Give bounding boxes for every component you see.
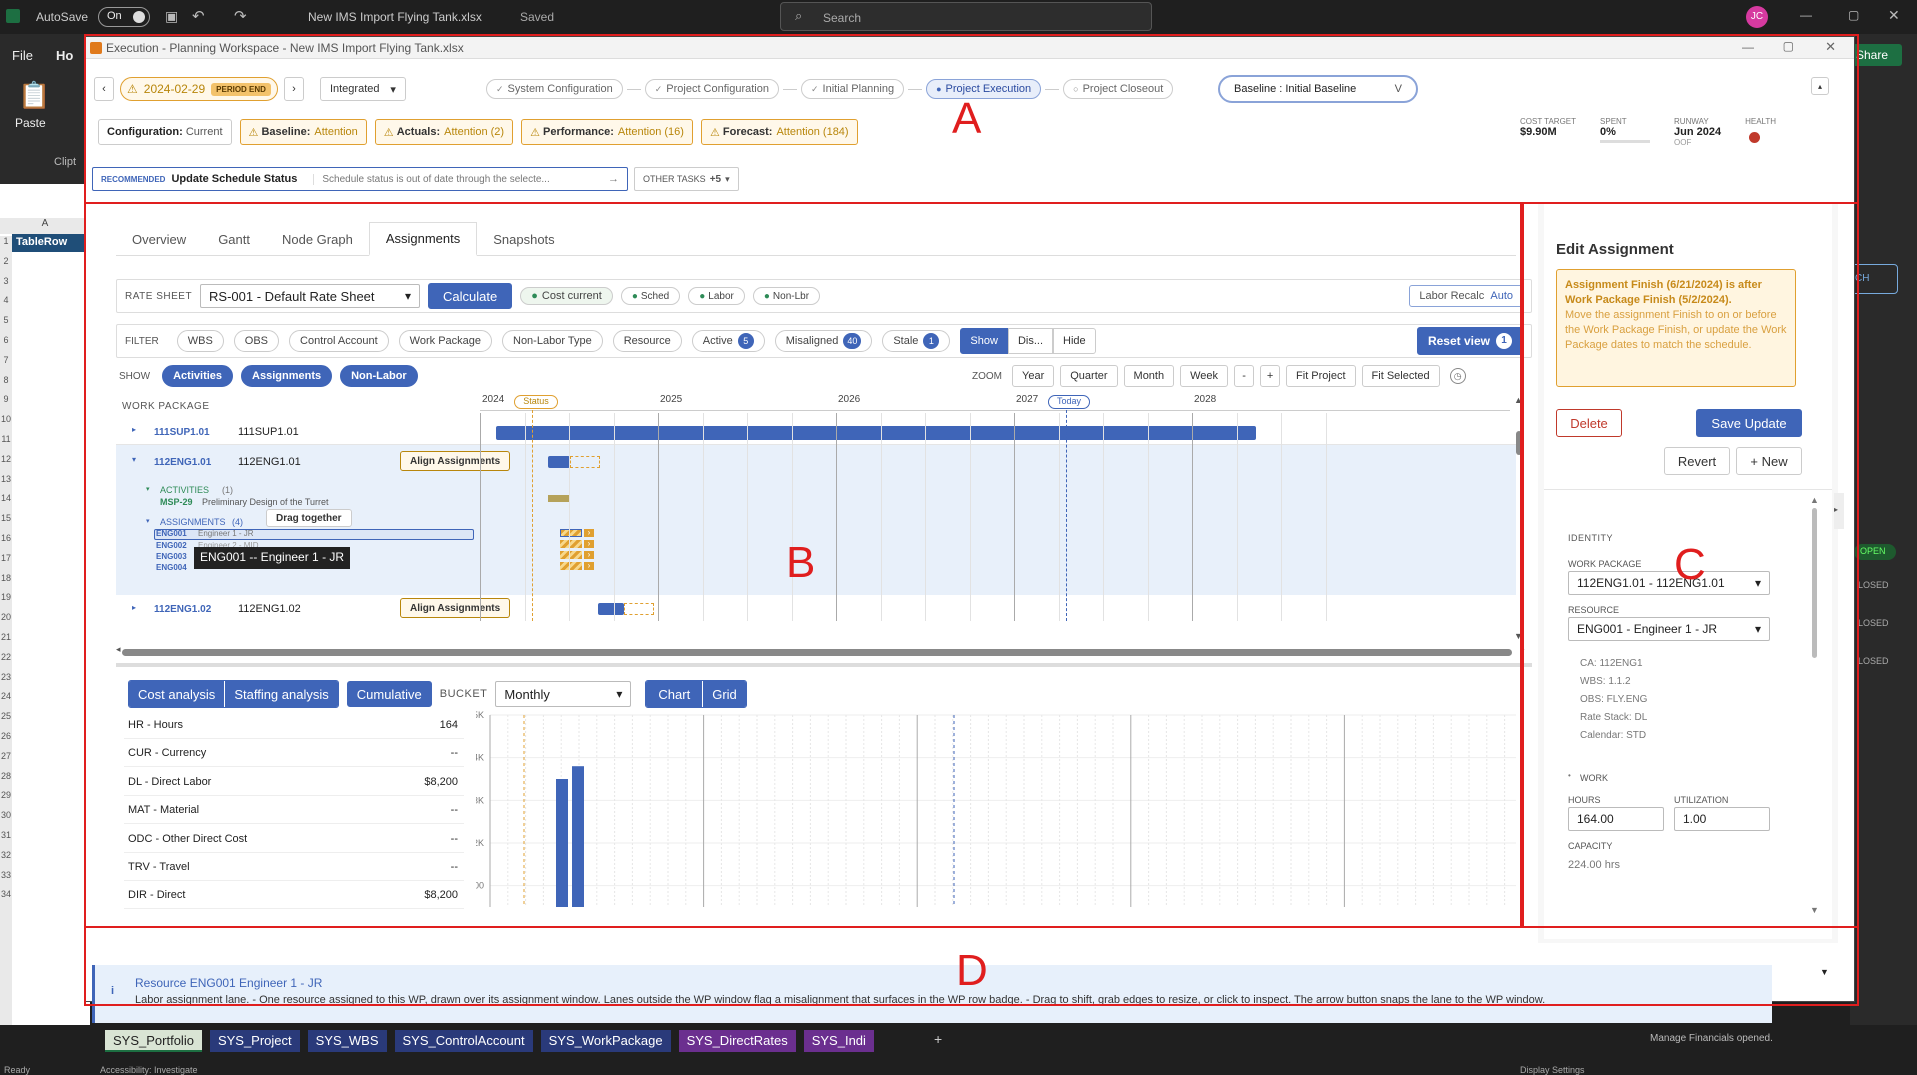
sheet-tab[interactable]: SYS_WorkPackage xyxy=(540,1030,671,1052)
row-number[interactable]: 14 xyxy=(0,493,12,503)
side-open-badge: OPEN xyxy=(1854,544,1896,560)
row-number[interactable]: 18 xyxy=(0,573,12,583)
autosave-state: On xyxy=(107,10,122,22)
side-closed-2: LOSED xyxy=(1858,618,1889,628)
row-number[interactable]: 16 xyxy=(0,533,12,543)
row-number[interactable]: 1 xyxy=(0,236,12,246)
search-box[interactable]: ⌕ Search xyxy=(780,2,1152,31)
row-number[interactable]: 20 xyxy=(0,612,12,622)
maximize-icon[interactable]: ▢ xyxy=(1848,8,1859,22)
row-number[interactable]: 6 xyxy=(0,335,12,345)
table-header-cell[interactable]: TableRow xyxy=(12,234,90,252)
sheet-tab[interactable]: SYS_Indi xyxy=(803,1030,874,1052)
add-sheet-icon[interactable]: + xyxy=(934,1031,942,1047)
file-title: New IMS Import Flying Tank.xlsx xyxy=(308,10,482,24)
row-number[interactable]: 17 xyxy=(0,553,12,563)
row-number[interactable]: 33 xyxy=(0,870,12,880)
sheet-tab[interactable]: SYS_ControlAccount xyxy=(394,1030,533,1052)
saved-status[interactable]: Saved xyxy=(520,10,554,24)
status-accessibility[interactable]: Accessibility: Investigate xyxy=(100,1065,198,1075)
row-number[interactable]: 34 xyxy=(0,889,12,899)
row-number[interactable]: 31 xyxy=(0,830,12,840)
row-number[interactable]: 3 xyxy=(0,276,12,286)
row-number[interactable]: 26 xyxy=(0,731,12,741)
side-closed-3: LOSED xyxy=(1858,656,1889,666)
annotation-label-c: C xyxy=(1674,540,1706,589)
sheet-tab[interactable]: SYS_Project xyxy=(209,1030,300,1052)
row-number[interactable]: 29 xyxy=(0,790,12,800)
display-settings[interactable]: Display Settings xyxy=(1520,1065,1585,1075)
row-number[interactable]: 8 xyxy=(0,375,12,385)
excel-sheet-strip: A TableRow 1 2 3 4 5 6 7 8 9 10 11 12 13 14 15 16 17 18 19… xyxy=(0,184,90,1036)
status-ready: Ready xyxy=(4,1065,31,1075)
sheet-tabs: SYS_Portfolio SYS_Project SYS_WBS SYS_Contr… xyxy=(105,1030,874,1052)
row-number[interactable]: 23 xyxy=(0,672,12,682)
annotation-label-b: B xyxy=(786,538,816,587)
row-number[interactable]: 15 xyxy=(0,513,12,523)
row-number[interactable]: 28 xyxy=(0,771,12,781)
paste-label[interactable]: Paste xyxy=(15,116,46,130)
column-a-header: A xyxy=(0,218,90,234)
excel-ribbon: File Ho 📋 Paste Clipt A1 xyxy=(0,34,90,200)
row-number[interactable]: 9 xyxy=(0,394,12,404)
excel-bottom-bar: SYS_Portfolio SYS_Project SYS_WBS SYS_Contr… xyxy=(0,1025,1917,1075)
row-number[interactable]: 2 xyxy=(0,256,12,266)
row-number[interactable]: 13 xyxy=(0,474,12,484)
minimize-icon[interactable]: — xyxy=(1800,8,1812,22)
row-number[interactable]: 11 xyxy=(0,434,12,444)
row-number[interactable]: 4 xyxy=(0,295,12,305)
close-icon[interactable]: ✕ xyxy=(1888,7,1900,24)
clipboard-label: Clipt xyxy=(54,156,77,168)
row-number[interactable]: 27 xyxy=(0,751,12,761)
search-placeholder: Search xyxy=(823,11,862,25)
row-number[interactable]: 32 xyxy=(0,850,12,860)
annotation-label-a: A xyxy=(952,94,982,143)
row-number[interactable]: 30 xyxy=(0,810,12,820)
row-number[interactable]: 10 xyxy=(0,414,12,424)
autosave-toggle[interactable]: On xyxy=(98,7,150,27)
sheet-tab[interactable]: SYS_DirectRates xyxy=(678,1030,796,1052)
row-number[interactable]: 21 xyxy=(0,632,12,642)
row-number[interactable]: 25 xyxy=(0,711,12,721)
row-number[interactable]: 24 xyxy=(0,691,12,701)
excel-titlebar: AutoSave On ▣ ↶ ↷ New IMS Import Flying … xyxy=(0,0,1917,34)
row-number[interactable]: 5 xyxy=(0,315,12,325)
annotation-label-d: D xyxy=(956,946,988,995)
row-number[interactable]: 7 xyxy=(0,355,12,365)
row-number[interactable]: 19 xyxy=(0,592,12,602)
sheet-tab[interactable]: SYS_Portfolio xyxy=(105,1030,202,1052)
side-closed-1: LOSED xyxy=(1858,580,1889,590)
excel-logo-icon xyxy=(6,9,20,23)
search-icon: ⌕ xyxy=(795,8,803,23)
paste-icon[interactable]: 📋 xyxy=(18,80,50,111)
undo-icon[interactable]: ↶ xyxy=(192,7,205,25)
row-numbers: 1 2 3 4 5 6 7 8 9 10 11 12 13 14 15 16 17 18 19 20 21 22 23 24 2… xyxy=(0,236,12,1036)
menu-file[interactable]: File xyxy=(12,48,33,63)
user-avatar[interactable]: JC xyxy=(1746,6,1768,28)
menu-home[interactable]: Ho xyxy=(56,48,73,63)
redo-icon[interactable]: ↷ xyxy=(234,7,247,25)
save-icon[interactable]: ▣ xyxy=(165,8,178,25)
sheet-tab[interactable]: SYS_WBS xyxy=(307,1030,387,1052)
excel-right-panel: Share CH OPEN LOSED LOSED LOSED xyxy=(1850,34,1917,1034)
row-number[interactable]: 22 xyxy=(0,652,12,662)
autosave-label: AutoSave xyxy=(36,10,89,24)
row-number[interactable]: 12 xyxy=(0,454,12,464)
side-status-text: Manage Financials opened. xyxy=(1650,1033,1773,1044)
